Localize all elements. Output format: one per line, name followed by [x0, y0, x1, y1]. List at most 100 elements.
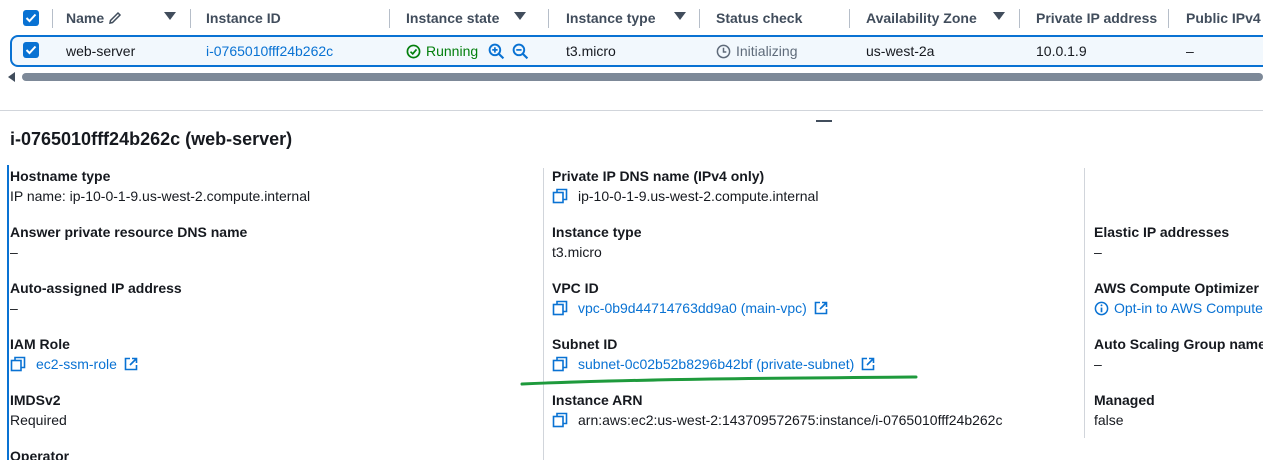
- column-header-instance-id[interactable]: Instance ID: [206, 0, 281, 36]
- clock-icon: [716, 44, 731, 58]
- field-value-row: subnet-0c02b52b8296b42bf (private-subnet…: [552, 354, 875, 374]
- column-header-public-ipv4[interactable]: Public IPv4: [1186, 0, 1261, 36]
- scroll-left-arrow-icon[interactable]: [8, 72, 15, 82]
- focus-indicator: [7, 165, 9, 460]
- scrollbar-thumb[interactable]: [22, 73, 1263, 81]
- external-link-icon[interactable]: [124, 357, 138, 371]
- cell-public-ipv4: –: [1186, 43, 1194, 59]
- field-vpc-id: VPC ID vpc-0b9d44714763dd9a0 (main-vpc): [552, 278, 828, 318]
- field-answer-dns: Answer private resource DNS name –: [10, 222, 247, 262]
- column-header-label: Instance ID: [206, 10, 281, 26]
- column-header-instance-type[interactable]: Instance type: [566, 0, 655, 36]
- select-all-checkbox[interactable]: [23, 10, 39, 26]
- column-separator: [52, 9, 53, 28]
- iam-role-link[interactable]: ec2-ssm-role: [36, 354, 117, 374]
- field-label: Managed: [1094, 392, 1155, 408]
- details-title: i-0765010fff24b262c (web-server): [10, 129, 293, 149]
- field-label: Private IP DNS name (IPv4 only): [552, 168, 765, 184]
- field-value-row: vpc-0b9d44714763dd9a0 (main-vpc): [552, 298, 828, 318]
- field-hostname-type: Hostname type IP name: ip-10-0-1-9.us-we…: [10, 166, 310, 206]
- field-value: –: [1094, 244, 1102, 260]
- field-label: Auto-assigned IP address: [10, 280, 182, 296]
- field-value: IP name: ip-10-0-1-9.us-west-2.compute.i…: [10, 188, 311, 204]
- sort-caret-icon[interactable]: [164, 12, 176, 20]
- field-label: Instance type: [552, 224, 642, 240]
- field-value: t3.micro: [552, 244, 602, 260]
- field-subnet-id: Subnet ID subnet-0c02b52b8296b42bf (priv…: [552, 334, 875, 374]
- field-value-row: arn:aws:ec2:us-west-2:143709572675:insta…: [552, 410, 1002, 430]
- field-value: arn:aws:ec2:us-west-2:143709572675:insta…: [578, 412, 1003, 428]
- table-header: Name Instance ID Instance state Instance…: [0, 0, 1263, 36]
- annotation-underline: [520, 375, 918, 386]
- field-label: IAM Role: [10, 336, 70, 352]
- edit-pencil-icon[interactable]: [108, 11, 122, 25]
- external-link-icon[interactable]: [861, 357, 875, 371]
- column-separator: [699, 9, 700, 28]
- field-auto-assigned-ip: Auto-assigned IP address –: [10, 278, 182, 318]
- field-label: Auto Scaling Group name: [1094, 336, 1263, 352]
- sort-caret-icon[interactable]: [993, 12, 1005, 20]
- column-header-label: Availability Zone: [866, 10, 977, 26]
- field-value-row: ec2-ssm-role: [10, 354, 138, 374]
- field-private-ip-dns: Private IP DNS name (IPv4 only) ip-10-0-…: [552, 166, 818, 206]
- field-instance-arn: Instance ARN arn:aws:ec2:us-west-2:14370…: [552, 390, 1002, 430]
- resize-handle[interactable]: [816, 120, 832, 122]
- field-operator: Operator: [10, 446, 69, 460]
- column-header-status-check[interactable]: Status check: [716, 0, 802, 36]
- cell-availability-zone: us-west-2a: [866, 43, 935, 59]
- compute-optimizer-opt-in-link[interactable]: Opt-in to AWS Compute: [1114, 298, 1263, 318]
- field-label: AWS Compute Optimizer: [1094, 280, 1259, 296]
- row-checkbox[interactable]: [23, 42, 39, 58]
- column-header-label: Instance type: [566, 10, 656, 26]
- field-label: Operator: [10, 448, 70, 460]
- copy-icon[interactable]: [10, 356, 26, 372]
- column-header-label: Name: [66, 10, 105, 26]
- subnet-id-link[interactable]: subnet-0c02b52b8296b42bf (private-subnet…: [578, 354, 854, 374]
- column-header-availability-zone[interactable]: Availability Zone: [866, 0, 977, 36]
- external-link-icon[interactable]: [814, 301, 828, 315]
- field-label: VPC ID: [552, 280, 599, 296]
- column-header-private-ip[interactable]: Private IP address: [1036, 0, 1157, 36]
- sort-caret-icon[interactable]: [674, 12, 686, 20]
- field-value: –: [10, 244, 18, 260]
- copy-icon[interactable]: [552, 300, 568, 316]
- field-instance-type: Instance type t3.micro: [552, 222, 641, 262]
- field-label: Hostname type: [10, 168, 111, 184]
- check-circle-icon: [406, 44, 421, 58]
- zoom-out-icon[interactable]: [512, 43, 529, 60]
- zoom-in-icon[interactable]: [488, 43, 505, 60]
- field-value: ip-10-0-1-9.us-west-2.compute.internal: [578, 188, 819, 204]
- cell-name: web-server: [66, 43, 136, 59]
- field-value: –: [10, 300, 18, 316]
- field-value: Required: [10, 412, 67, 428]
- field-value-row: Opt-in to AWS Compute: [1094, 298, 1263, 318]
- column-header-name[interactable]: Name: [66, 0, 122, 36]
- field-iam-role: IAM Role ec2-ssm-role: [10, 334, 138, 374]
- field-imdsv2: IMDSv2 Required: [10, 390, 67, 430]
- field-managed: Managed false: [1094, 390, 1155, 430]
- field-value: –: [1094, 356, 1102, 372]
- state-label: Running: [426, 43, 479, 59]
- column-divider: [543, 168, 544, 460]
- column-divider: [1084, 168, 1085, 438]
- field-value: false: [1094, 412, 1124, 428]
- column-separator: [849, 9, 850, 28]
- column-separator: [1019, 9, 1020, 28]
- column-header-instance-state[interactable]: Instance state: [406, 0, 499, 36]
- copy-icon[interactable]: [552, 188, 568, 204]
- column-separator: [548, 9, 549, 28]
- copy-icon[interactable]: [552, 356, 568, 372]
- column-header-label: Status check: [716, 10, 803, 26]
- instance-id-link[interactable]: i-0765010fff24b262c: [206, 35, 333, 67]
- field-label: IMDSv2: [10, 392, 61, 408]
- sort-caret-icon[interactable]: [514, 12, 526, 20]
- column-header-label: Private IP address: [1036, 10, 1158, 26]
- vpc-id-link[interactable]: vpc-0b9d44714763dd9a0 (main-vpc): [578, 298, 807, 318]
- cell-instance-state: Running: [406, 35, 529, 67]
- cell-instance-type: t3.micro: [566, 43, 616, 59]
- info-icon: [1094, 301, 1109, 315]
- column-header-label: Instance state: [406, 10, 500, 26]
- cell-status-check: Initializing: [716, 35, 797, 67]
- column-separator: [1168, 9, 1169, 28]
- copy-icon[interactable]: [552, 412, 568, 428]
